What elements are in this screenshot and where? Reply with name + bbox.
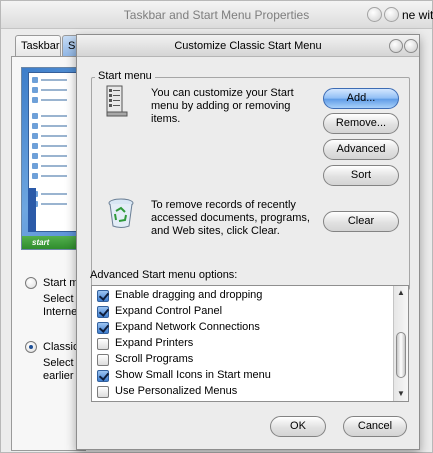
remove-button[interactable]: Remove... — [323, 113, 399, 134]
add-button[interactable]: Add... — [323, 88, 399, 109]
option-expand-control-panel[interactable]: Expand Control Panel — [97, 304, 387, 320]
option-label: Show Small Icons in Start menu — [115, 369, 271, 381]
dialog-title-button-1[interactable] — [389, 39, 403, 53]
option-scroll-programs[interactable]: Scroll Programs — [97, 352, 387, 368]
option-label: Expand Printers — [115, 337, 194, 349]
tab-taskbar[interactable]: Taskbar — [15, 35, 61, 57]
start-menu-preview: start — [21, 67, 83, 250]
background-title-overflow-text: ne wit — [402, 8, 433, 22]
option-checkbox[interactable] — [97, 370, 109, 382]
preview-start-button: start — [22, 236, 82, 249]
start-menu-description-line-1: You can customize your Start — [151, 87, 294, 99]
clear-description-line-2: accessed documents, programs, — [151, 212, 310, 224]
radio-start-menu-desc-2: Interne — [43, 306, 78, 318]
option-expand-network-connections[interactable]: Expand Network Connections — [97, 320, 387, 336]
dialog-titlebar: Customize Classic Start Menu — [77, 35, 419, 57]
ok-button[interactable]: OK — [270, 416, 326, 437]
option-expand-printers[interactable]: Expand Printers — [97, 336, 387, 352]
option-show-small-icons[interactable]: Show Small Icons in Start menu — [97, 368, 387, 384]
option-use-personalized-menus[interactable]: Use Personalized Menus — [97, 384, 387, 400]
option-enable-dragging[interactable]: Enable dragging and dropping — [97, 288, 387, 304]
option-checkbox[interactable] — [97, 290, 109, 302]
start-menu-group-label: Start menu — [95, 70, 155, 82]
option-label: Expand Control Panel — [115, 305, 223, 317]
scroll-up-arrow-icon[interactable]: ▲ — [396, 288, 406, 298]
advanced-options-list[interactable]: Enable dragging and dropping Expand Cont… — [91, 285, 409, 402]
dialog-title: Customize Classic Start Menu — [174, 40, 322, 52]
clear-description-line-1: To remove records of recently — [151, 199, 296, 211]
radio-classic-desc-1: Select — [43, 357, 74, 369]
background-title-button-1[interactable] — [367, 7, 382, 22]
start-menu-description-line-3: items. — [151, 113, 181, 125]
option-checkbox[interactable] — [97, 306, 109, 318]
option-checkbox[interactable] — [97, 354, 109, 366]
option-checkbox[interactable] — [97, 386, 109, 398]
dialog-title-button-2[interactable] — [404, 39, 418, 53]
radio-start-menu[interactable] — [25, 277, 37, 289]
scroll-thumb[interactable] — [396, 332, 406, 378]
scroll-down-arrow-icon[interactable]: ▼ — [396, 389, 406, 399]
preview-sidebar — [28, 188, 36, 232]
radio-classic-start-menu[interactable] — [25, 341, 37, 353]
clear-description: To remove records of recently accessed d… — [151, 199, 310, 238]
clear-description-line-3: and Web sites, click Clear. — [151, 225, 280, 237]
customize-classic-start-menu-dialog: Customize Classic Start Menu Start menu … — [76, 34, 420, 450]
start-menu-description: You can customize your Start menu by add… — [151, 87, 294, 126]
option-label: Enable dragging and dropping — [115, 289, 263, 301]
background-title-button-2[interactable] — [384, 7, 399, 22]
background-titlebar: Taskbar and Start Menu Properties ne wit — [1, 1, 433, 29]
advanced-button[interactable]: Advanced — [323, 139, 399, 160]
sort-button[interactable]: Sort — [323, 165, 399, 186]
radio-classic-label: Classic — [43, 341, 79, 353]
start-menu-description-line-2: menu by adding or removing — [151, 100, 291, 112]
options-scrollbar[interactable]: ▲ ▼ — [393, 286, 408, 401]
cancel-button[interactable]: Cancel — [343, 416, 407, 437]
radio-start-menu-desc-1: Select — [43, 293, 74, 305]
option-label: Expand Network Connections — [115, 321, 260, 333]
clear-button[interactable]: Clear — [323, 211, 399, 232]
option-label: Use Personalized Menus — [115, 385, 238, 397]
option-checkbox[interactable] — [97, 322, 109, 334]
start-menu-icon — [106, 85, 128, 117]
recycle-bin-icon — [108, 198, 134, 228]
option-checkbox[interactable] — [97, 338, 109, 350]
advanced-options-label: Advanced Start menu options: — [90, 269, 238, 281]
option-label: Scroll Programs — [115, 353, 194, 365]
